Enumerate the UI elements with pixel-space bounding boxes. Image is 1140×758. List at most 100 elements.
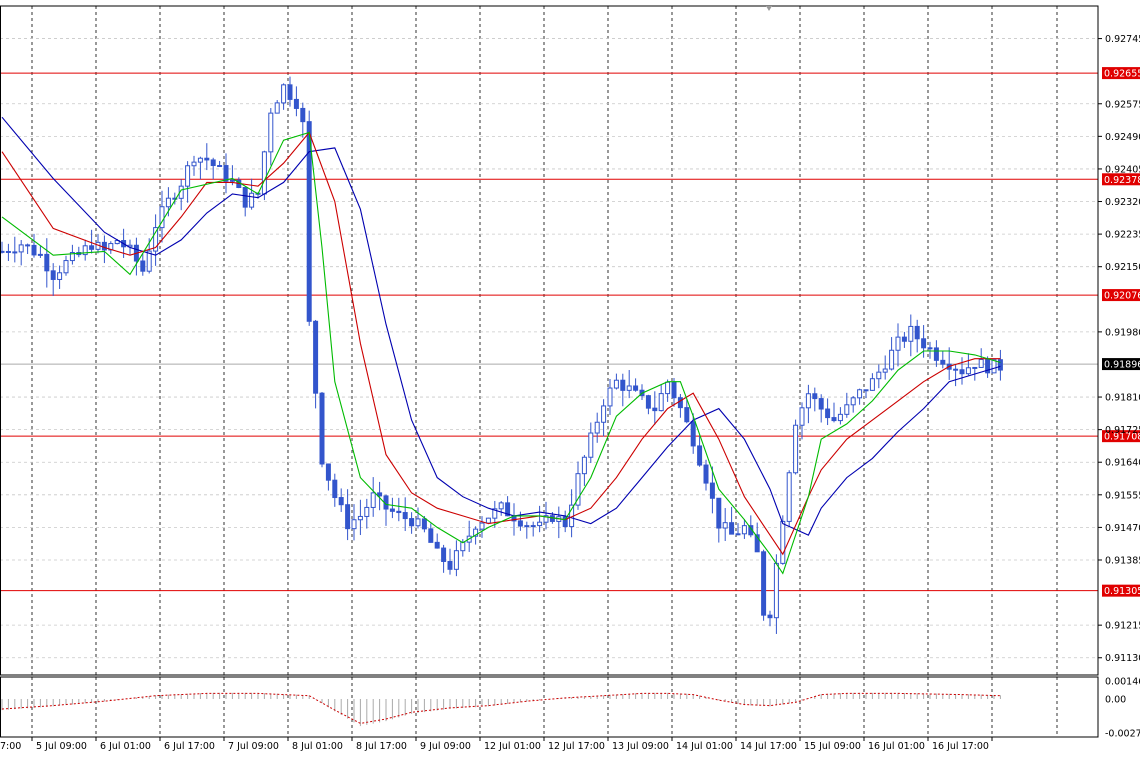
time-tick-label: 16 Jul 01:00 (868, 741, 925, 752)
price-tick-label: 0.91640 (1105, 458, 1140, 469)
candle-body (537, 521, 543, 527)
candle-body (626, 385, 632, 391)
candle-body (357, 515, 363, 521)
candle-body (780, 520, 786, 564)
price-level-label: 0.92076 (1104, 291, 1140, 302)
candle-body (18, 244, 24, 253)
candle-body (812, 393, 818, 400)
price-tick-label: 0.92150 (1105, 262, 1140, 273)
price-tick-label: 0.91385 (1105, 555, 1140, 566)
candle-body (370, 492, 376, 508)
candle-body (863, 389, 869, 392)
shift-marker-icon[interactable] (766, 6, 772, 11)
candle-body (620, 379, 626, 391)
candle-body (658, 393, 664, 412)
price-tick-label: 0.92320 (1105, 197, 1140, 208)
candle-body (332, 479, 338, 499)
candle-body (364, 506, 370, 517)
candle-body (165, 197, 171, 208)
candle-body (722, 522, 728, 529)
candle-body (594, 421, 600, 434)
candle-body (89, 245, 95, 250)
candle-body (351, 519, 357, 530)
candle-body (613, 379, 619, 389)
price-tick-label: 0.91555 (1105, 490, 1140, 501)
candle-body (441, 547, 447, 562)
price-tick-label: 0.91725 (1105, 425, 1140, 436)
candle-body (857, 389, 863, 399)
candle-body (210, 159, 216, 167)
candle-body (191, 161, 197, 167)
candle-body (185, 165, 191, 187)
candle-body (242, 187, 248, 208)
candle-body (460, 541, 466, 552)
oscillator-signal-line (1, 692, 1001, 724)
candle-body (479, 522, 485, 530)
price-tick-label: 0.92745 (1105, 34, 1140, 45)
candle-body (805, 393, 811, 409)
price-tick-label: 0.92235 (1105, 230, 1140, 241)
candle-body (12, 251, 18, 254)
candle-body (601, 405, 607, 423)
price-tick-label: 0.92575 (1105, 99, 1140, 110)
candle-body (415, 518, 421, 527)
candle-body (965, 367, 971, 375)
candle-body (300, 107, 306, 123)
candle-body (677, 397, 683, 409)
candle-body (793, 424, 799, 474)
candle-body (908, 325, 914, 342)
price-level-label: 0.92655 (1104, 69, 1140, 80)
candle-body (940, 359, 946, 365)
time-tick-label: 6 Jul 17:00 (164, 741, 215, 752)
moving-average-red (1, 131, 1001, 556)
candle-body (325, 463, 331, 481)
candle-body (709, 482, 715, 499)
oscillator-grid (31, 677, 1058, 737)
moving-average-blue (1, 116, 1001, 536)
candle-body (530, 525, 536, 528)
candle-body (197, 157, 203, 163)
candle-body (799, 407, 805, 426)
candle-body (396, 510, 402, 514)
candle-body (485, 517, 491, 524)
candle-body (402, 512, 408, 520)
candle-body (716, 497, 722, 529)
candle-body (645, 395, 651, 409)
candle-body (735, 533, 741, 536)
trading-chart[interactable]: 0.926550.923780.920760.917080.913050.918… (0, 0, 1140, 758)
oscillator-tick-label: 0.00146 (1105, 677, 1140, 688)
main-chart-grid (0, 6, 1098, 675)
candle-body (268, 112, 274, 153)
candle-body (229, 179, 235, 182)
candle-body (313, 320, 319, 394)
candle-body (25, 244, 31, 247)
oscillator-tick-label: 0.00 (1105, 694, 1126, 705)
time-tick-label: 14 Jul 01:00 (676, 741, 733, 752)
candle-body (261, 151, 267, 195)
price-axis[interactable]: 0.92745 0.92575 0.92490 0.92405 0.92320 0.922… (1098, 34, 1140, 664)
oscillator-panel-border (0, 676, 1099, 738)
candle-body (389, 508, 395, 512)
time-tick-label: 5 Jul 09:00 (36, 741, 87, 752)
oscillator-series (1, 692, 1001, 727)
candle-body (690, 421, 696, 447)
time-tick-label: 8 Jul 17:00 (356, 741, 407, 752)
time-axis[interactable]: 7:00 5 Jul 09:00 6 Jul 01:00 6 Jul 17:00 7 J… (0, 737, 993, 752)
candle-body (761, 551, 767, 616)
oscillator-axis: 0.00146 0.00 -0.00276 (1105, 677, 1140, 740)
candle-body (101, 241, 107, 251)
candle-body (434, 541, 440, 549)
candle-body (895, 336, 901, 351)
candle-body (831, 417, 837, 422)
time-tick-label: 12 Jul 17:00 (548, 741, 605, 752)
candle-body (581, 456, 587, 475)
candle-body (933, 347, 939, 361)
candle-body (927, 347, 933, 350)
candle-body (498, 502, 504, 510)
candle-body (882, 368, 888, 373)
candle-body (991, 359, 997, 374)
candle-body (837, 413, 843, 422)
candle-body (972, 366, 978, 369)
oscillator-tick-label: -0.00276 (1105, 729, 1140, 740)
candle-body (633, 385, 639, 391)
